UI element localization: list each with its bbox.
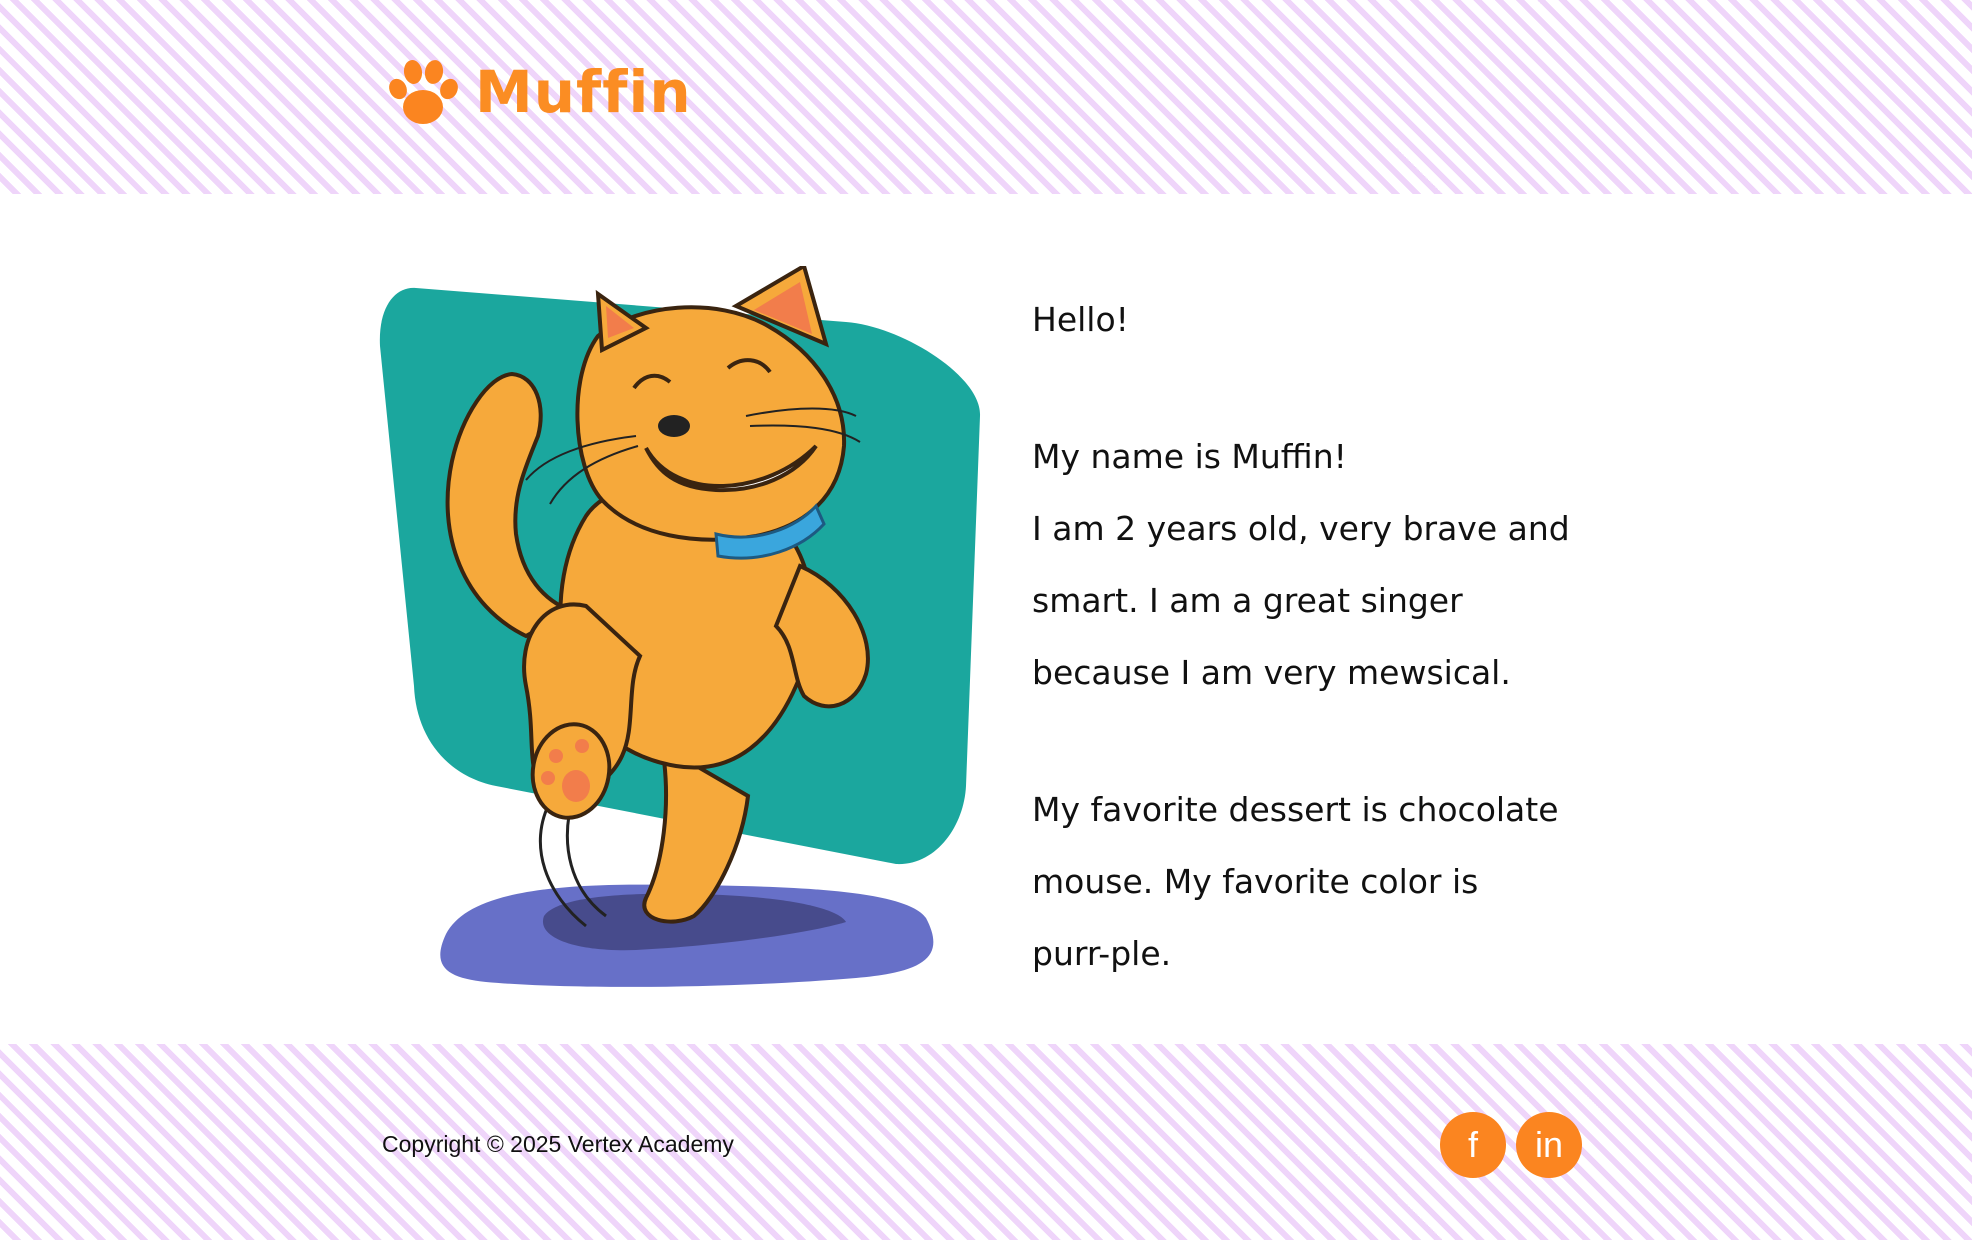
- main-content: Hello! My name is Muffin! I am 2 years o…: [0, 194, 1972, 1044]
- bio-text: Hello! My name is Muffin! I am 2 years o…: [1032, 284, 1592, 990]
- site-header: Muffin: [0, 0, 1972, 194]
- site-title: Muffin: [475, 58, 692, 126]
- facebook-icon: f: [1467, 1124, 1478, 1165]
- bio-line: because I am very mewsical.: [1032, 653, 1511, 692]
- facebook-button[interactable]: f: [1440, 1112, 1506, 1178]
- cat-illustration: [379, 266, 981, 987]
- favorites-line: My favorite dessert is chocolate: [1032, 790, 1559, 829]
- bio-line: smart. I am a great singer: [1032, 581, 1463, 620]
- site-footer: [0, 1044, 1972, 1240]
- linkedin-icon: in: [1534, 1124, 1564, 1165]
- greeting: Hello!: [1032, 300, 1129, 339]
- site-logo[interactable]: Muffin: [383, 50, 692, 134]
- bio-line: I am 2 years old, very brave and: [1032, 509, 1570, 548]
- copyright-text: Copyright © 2025 Vertex Academy: [382, 1131, 734, 1157]
- favorites-line: purr-ple.: [1032, 934, 1172, 973]
- paw-icon: [389, 60, 458, 124]
- linkedin-button[interactable]: in: [1516, 1112, 1582, 1178]
- favorites-line: mouse. My favorite color is: [1032, 862, 1479, 901]
- bio-line: My name is Muffin!: [1032, 437, 1347, 476]
